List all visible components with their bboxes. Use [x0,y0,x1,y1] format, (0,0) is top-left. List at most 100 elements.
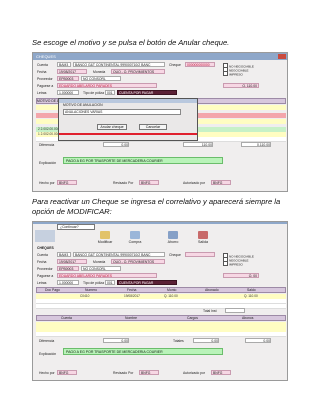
label-moneda: Moneda [93,70,106,74]
label-autorizado-por: Autorizado por [183,181,206,185]
close-icon[interactable] [278,54,286,59]
moneda-field[interactable]: QUQ - Q. PROVIMIENTOS [111,69,165,74]
letras-field[interactable]: 1.000000 [57,90,79,95]
salida-label: Salida [198,240,208,244]
cancelar-button[interactable]: Cancelar [139,124,167,130]
autorizado-por-field[interactable]: BNFG [211,370,231,375]
table-row[interactable]: C0410 19/08/2017 Q. 110.00 Q. 110.00 [36,294,286,299]
label-cheque: Cheque [169,253,181,257]
diferencia-value-1: 0.00 [103,338,129,343]
exit-icon [198,231,208,239]
label-total-inst: Total Inst [203,309,217,313]
cell-doc: C0410 [80,294,90,298]
label-explicacion: Explicación [39,352,57,356]
checkbox-impreso[interactable]: IMPRESO [223,261,243,267]
motivo-select[interactable]: ANULACIONES VARIAS [63,109,181,115]
anular-cheque-button[interactable]: Anular cheque [97,124,127,130]
diferencia-value-3: 0.110.00 [241,142,271,147]
cuenta-field[interactable]: BAM3 [57,252,71,257]
checkbox-impreso[interactable]: IMPRESO [223,71,243,77]
screenshot-modificar-cheque: ¿Continuar? Modificar Compra Ahorro Sali… [32,221,288,381]
ahorro-label: Ahorro [167,240,179,244]
letras-field[interactable]: 1.000000 [57,280,79,285]
paguese-field[interactable]: EDUARDO ABELARDO PARADES [57,83,157,88]
poliza-field[interactable]: 001 [105,90,115,95]
label-moneda: Moneda [93,260,106,264]
proveedor-code-field[interactable]: EPB0003 [57,266,79,271]
table-row[interactable] [36,304,286,309]
document-icon [130,231,140,239]
poliza-field[interactable]: 001 [105,280,115,285]
cuenta-field[interactable]: BAM3 [57,62,71,67]
monto-field[interactable]: Q. 110.00 [223,83,259,88]
screenshot-anular-cheque: CHEQUES Cuenta BAM3 BANCO G&T CONTINENTA… [32,52,288,192]
label-paguese: Paguese a [37,84,54,88]
label-diferencia: Diferencia [39,339,55,343]
hecho-por-field[interactable]: BNFG [57,370,77,375]
ahorro-button[interactable]: Ahorro [161,230,185,248]
dialog-divider [59,133,197,135]
explicacion-field[interactable]: PAGO A EG POR TRASPORTE DE MERCADERIA CO… [63,157,223,164]
label-cheque: Cheque [169,63,181,67]
total-inst-field [225,308,245,313]
label-letras: Letras [37,91,47,95]
moneda-field[interactable]: QUQ - Q. PROVIMIENTOS [111,259,165,264]
revisado-por-field[interactable]: BNFG [139,180,159,185]
instruction-text-1: Se escoge el motivo y se pulsa el botón … [32,38,230,47]
col-cargos: Cargos [187,316,198,320]
salida-button[interactable]: Salida [191,230,215,248]
col-nombre: Nombre [125,316,138,320]
col-cuenta: Cuenta [61,316,72,320]
label-hecho-por: Hecho por [39,181,55,185]
compra-button[interactable]: Compra [123,230,147,248]
label-explicacion: Explicación [39,161,57,165]
col-fecha: Fecha [127,288,137,292]
table-row[interactable] [36,322,286,327]
tipo-poliza-field[interactable]: CUENTA POR PAGAR [117,90,177,95]
cell-fecha: 19/08/2017 [124,294,140,298]
col-abonos: Abonos [242,316,254,320]
label-cuenta: Cuenta [37,253,48,257]
revisado-por-field[interactable]: BNFG [139,370,159,375]
table-row[interactable] [36,332,286,337]
nav-panel [35,230,55,246]
banco-field[interactable]: BANCO G&T CONTINENTAL 999000710/2 BANC [73,62,165,67]
proveedor-code-field[interactable]: EPB0003 [57,76,79,81]
banco-field[interactable]: BANCO G&T CONTINENTAL 999000710/2 BANC [73,252,165,257]
explicacion-field[interactable]: PAGO A EG POR TRASPORTE DE MERCADERIA CO… [63,348,223,355]
monto-field[interactable]: Q. 00 [223,273,259,278]
doc-table-header: Doc Pago Numero Fecha Monto Abonado Sald… [36,287,286,293]
instruction-text-2: Para reactivar un Cheque se ingresa el c… [32,197,281,216]
label-revisado-por: Revisado Por [113,371,134,375]
diferencia-value-3: 0.00 [245,338,271,343]
account-table-header: Cuenta Nombre Cargos Abonos [36,315,286,321]
label-paguese: Paguese a [37,274,54,278]
hecho-por-field[interactable]: BNFG [57,180,77,185]
autorizado-por-field[interactable]: BNFG [211,180,231,185]
dialog-title: MOTIVO DE ANULACION [63,103,103,107]
tipo-poliza-field[interactable]: CUENTA POR PAGAR [117,280,177,285]
table-row[interactable] [36,299,286,304]
fecha-field[interactable]: 19/08/2017 [57,259,87,264]
action-dropdown[interactable]: ¿Continuar? [57,224,95,230]
label-diferencia: Diferencia [39,143,55,147]
col-abonado: Abonado [205,288,219,292]
paguese-field[interactable]: EDUARDO ABELARDO PARADES [57,273,157,278]
compra-label: Compra [128,240,142,244]
pencil-icon [100,231,110,239]
label-tipo-poliza: Tipo de póliza [83,281,104,285]
label-cuenta: Cuenta [37,63,48,67]
col-doc-pago: Doc Pago [45,288,60,292]
modificar-button[interactable]: Modificar [93,230,117,248]
cell-saldo: Q. 110.00 [244,294,258,298]
proveedor-name-field[interactable]: NO CONSORL [81,76,121,81]
label-proveedor: Proveedor [37,77,53,81]
label-fecha: Fecha [37,260,47,264]
label-tipo-poliza: Tipo de póliza [83,91,104,95]
proveedor-name-field[interactable]: NO CONSORL [81,266,121,271]
fecha-field[interactable]: 19/08/2017 [57,69,87,74]
cheque-number-field[interactable] [185,252,215,257]
label-letras: Letras [37,281,47,285]
cheque-number-field[interactable]: 000000000000 [185,62,215,67]
table-row[interactable] [36,327,286,332]
